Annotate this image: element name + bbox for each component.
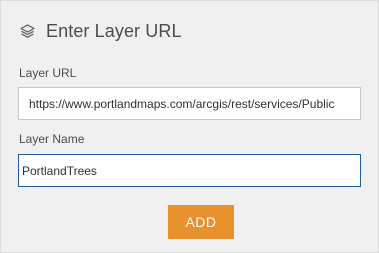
layer-url-input[interactable] (18, 87, 361, 120)
layers-icon (19, 23, 36, 40)
layer-name-label: Layer Name (19, 132, 85, 146)
add-layer-panel: Enter Layer URL Layer URL Layer Name ADD (0, 0, 379, 253)
panel-header: Enter Layer URL (19, 20, 182, 42)
panel-title: Enter Layer URL (46, 20, 182, 41)
layer-name-input[interactable] (18, 154, 361, 187)
layer-url-label: Layer URL (19, 66, 77, 80)
add-button[interactable]: ADD (168, 205, 234, 239)
